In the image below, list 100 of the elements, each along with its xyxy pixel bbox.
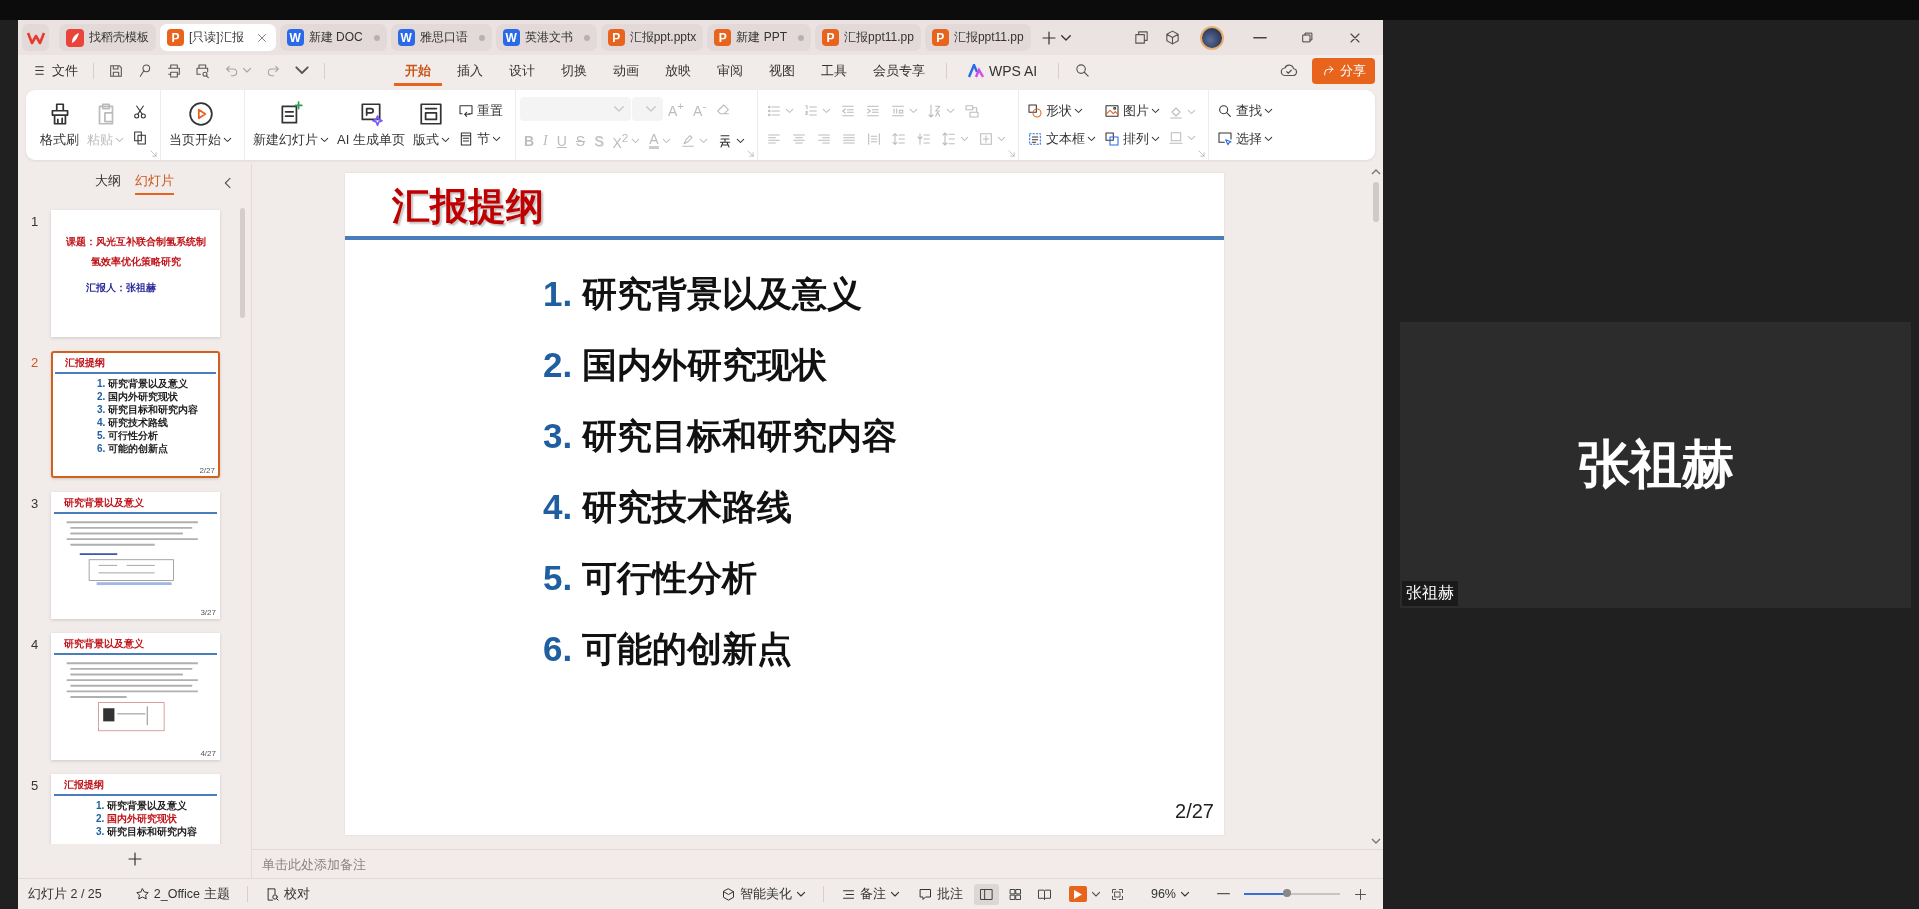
slide-thumbnail[interactable]: 课题：风光互补联合制氢系统制 氢效率优化策略研究 汇报人：张祖赫 — [51, 210, 220, 337]
tab-label: 新建 PPT — [736, 29, 788, 46]
ribbon-button[interactable]: 图片 — [1099, 99, 1164, 123]
ribbon-button[interactable]: 排列 — [1099, 127, 1164, 151]
outline-item: 国内外研究现状 — [107, 811, 178, 825]
ribbon-button[interactable]: 新建幻灯片 — [249, 99, 333, 151]
caret-icon — [644, 105, 657, 113]
slide-title: 汇报提纲 — [65, 356, 106, 370]
document-tab[interactable]: W 新建 DOC — [279, 24, 387, 51]
document-tab[interactable]: P 汇报ppt11.pp — [924, 24, 1031, 51]
scroll-down-icon[interactable] — [1371, 837, 1381, 845]
page-number: 3/27 — [200, 608, 216, 617]
outline-item: 研究技术路线 — [108, 415, 169, 429]
ribbon-button[interactable]: 节 — [453, 127, 507, 151]
tab-label: [只读]汇报 — [189, 29, 244, 46]
ribbon-tab[interactable]: 视图 — [758, 55, 806, 86]
slide-thumbnail[interactable]: 汇报提纲 1. 研究背景以及意义 2. 国内外研究现状 3. 研究目标和研究内容 4. 研究技术路线 5. 可行性分析 6. 可能的创新点 2/27 — [51, 351, 220, 478]
slide-thumbnail[interactable]: 汇报提纲 1. 研究背景以及意义 2. 国内外研究现状 3. 研究目标和研究内容 — [51, 774, 220, 844]
notes-button[interactable]: 备注 — [833, 882, 907, 906]
panel-tab[interactable]: 幻灯片 — [135, 167, 174, 195]
layout-icon — [418, 101, 445, 127]
document-tab[interactable]: P [只读]汇报 — [160, 24, 276, 51]
grid-view-icon — [1007, 886, 1023, 902]
app-logo-icon[interactable] — [22, 24, 49, 51]
slide-title: 课题：风光互补联合制氢系统制 — [65, 235, 206, 249]
tab-label: 汇报ppt11.pp — [953, 29, 1024, 46]
caret-icon — [735, 137, 745, 144]
slide-thumbnail[interactable]: 研究背景以及意义 3/27 — [51, 492, 220, 619]
item-number: 2. — [96, 811, 105, 825]
ribbon-tab[interactable]: 工具 — [810, 55, 858, 86]
item-number: 1. — [97, 376, 106, 390]
view-button[interactable] — [973, 883, 999, 905]
file-type-badge: P — [607, 29, 625, 46]
arrange-icon — [1103, 131, 1120, 147]
notes-field[interactable]: 单击此处添加备注 — [252, 852, 672, 876]
caret-icon — [1186, 109, 1196, 115]
bullet-list-icon — [765, 103, 782, 119]
slide-plus-icon — [278, 101, 304, 127]
ribbon-tab[interactable]: 放映 — [654, 55, 702, 86]
ribbon-tab[interactable]: 切换 — [550, 55, 598, 86]
ai-tab[interactable]: WPS AI — [957, 56, 1049, 85]
search-icon — [1074, 62, 1092, 79]
ribbon-tab[interactable]: 插入 — [446, 55, 494, 86]
scroll-up-icon[interactable] — [1371, 168, 1381, 176]
scrollbar-thumb[interactable] — [1373, 182, 1379, 222]
fit-icon — [1109, 886, 1125, 902]
outline-item: 研究目标和研究内容 — [107, 824, 198, 838]
ribbon-tab[interactable]: 开始 — [394, 55, 442, 86]
caret-icon — [631, 137, 641, 144]
avatar[interactable] — [1200, 25, 1224, 50]
document-tab[interactable]: P 新建 PPT — [707, 24, 812, 51]
caret-icon — [996, 136, 1006, 142]
play-icon — [1073, 889, 1082, 899]
comments-button[interactable]: 批注 — [910, 882, 970, 906]
proofing-button[interactable]: 校对 — [257, 882, 317, 906]
document-tab[interactable]: P 汇报ppt.pptx — [600, 24, 704, 51]
launcher-icon — [150, 150, 157, 157]
ribbon-button[interactable]: 格式刷 — [36, 99, 83, 151]
scrollbar-thumb[interactable] — [240, 208, 245, 318]
file-menu-button[interactable]: 文件 — [26, 58, 84, 83]
ribbon-tab[interactable]: 设计 — [498, 55, 546, 86]
tab-label: 英港文书 — [524, 29, 573, 46]
panel-tab[interactable]: 大纲 — [95, 167, 121, 195]
ribbon-button[interactable]: AI 生成单页 — [333, 99, 409, 151]
ribbon-tab[interactable]: 会员专享 — [862, 55, 936, 86]
search-icon — [1216, 103, 1233, 119]
slideshow-button[interactable] — [1068, 886, 1087, 902]
plus-icon — [1353, 886, 1368, 902]
theme-button[interactable]: 2_Office 主题 — [127, 882, 237, 906]
ribbon-tab[interactable]: 动画 — [602, 55, 650, 86]
document-tab[interactable]: W 英港文书 — [495, 24, 597, 51]
file-type-badge: P — [167, 29, 184, 46]
save-icon — [108, 62, 124, 79]
ribbon-button[interactable]: 版式 — [408, 99, 454, 151]
document-tab[interactable]: P 汇报ppt11.pp — [815, 24, 921, 51]
slide-title: 研究背景以及意义 — [64, 496, 145, 510]
caret-icon — [821, 108, 831, 114]
beautify-button[interactable]: 智能美化 — [713, 882, 813, 906]
ribbon-tab[interactable]: 审阅 — [706, 55, 754, 86]
zoom-level-button[interactable]: 96% — [1143, 884, 1197, 904]
slide-number: 2 — [29, 354, 40, 370]
ribbon-button[interactable]: 文本框 — [1022, 127, 1100, 151]
share-icon — [1321, 63, 1336, 78]
item-number: 3. — [543, 416, 573, 456]
ribbon-button[interactable]: 重置 — [453, 99, 507, 123]
unsaved-dot — [583, 34, 590, 41]
ribbon-button[interactable]: 形状 — [1022, 99, 1100, 123]
slide-thumbnail[interactable]: 研究背景以及意义 4/27 — [51, 633, 220, 760]
file-type-badge: W — [286, 29, 304, 46]
ribbon-button[interactable]: 查找 — [1212, 99, 1277, 123]
caret-icon — [661, 137, 671, 144]
ai-logo-icon — [968, 63, 984, 78]
normal-view-icon — [978, 886, 994, 902]
align-left-icon — [765, 131, 782, 147]
document-tab[interactable]: W 雅思口语 — [390, 24, 492, 51]
ribbon-button[interactable]: 选择 — [1212, 127, 1277, 151]
document-tab[interactable]: 找稻壳模板 — [59, 24, 156, 51]
ribbon-button[interactable]: 当页开始 — [165, 99, 236, 151]
slide-title: 汇报提纲 — [64, 778, 105, 792]
item-number: 2. — [543, 345, 573, 385]
